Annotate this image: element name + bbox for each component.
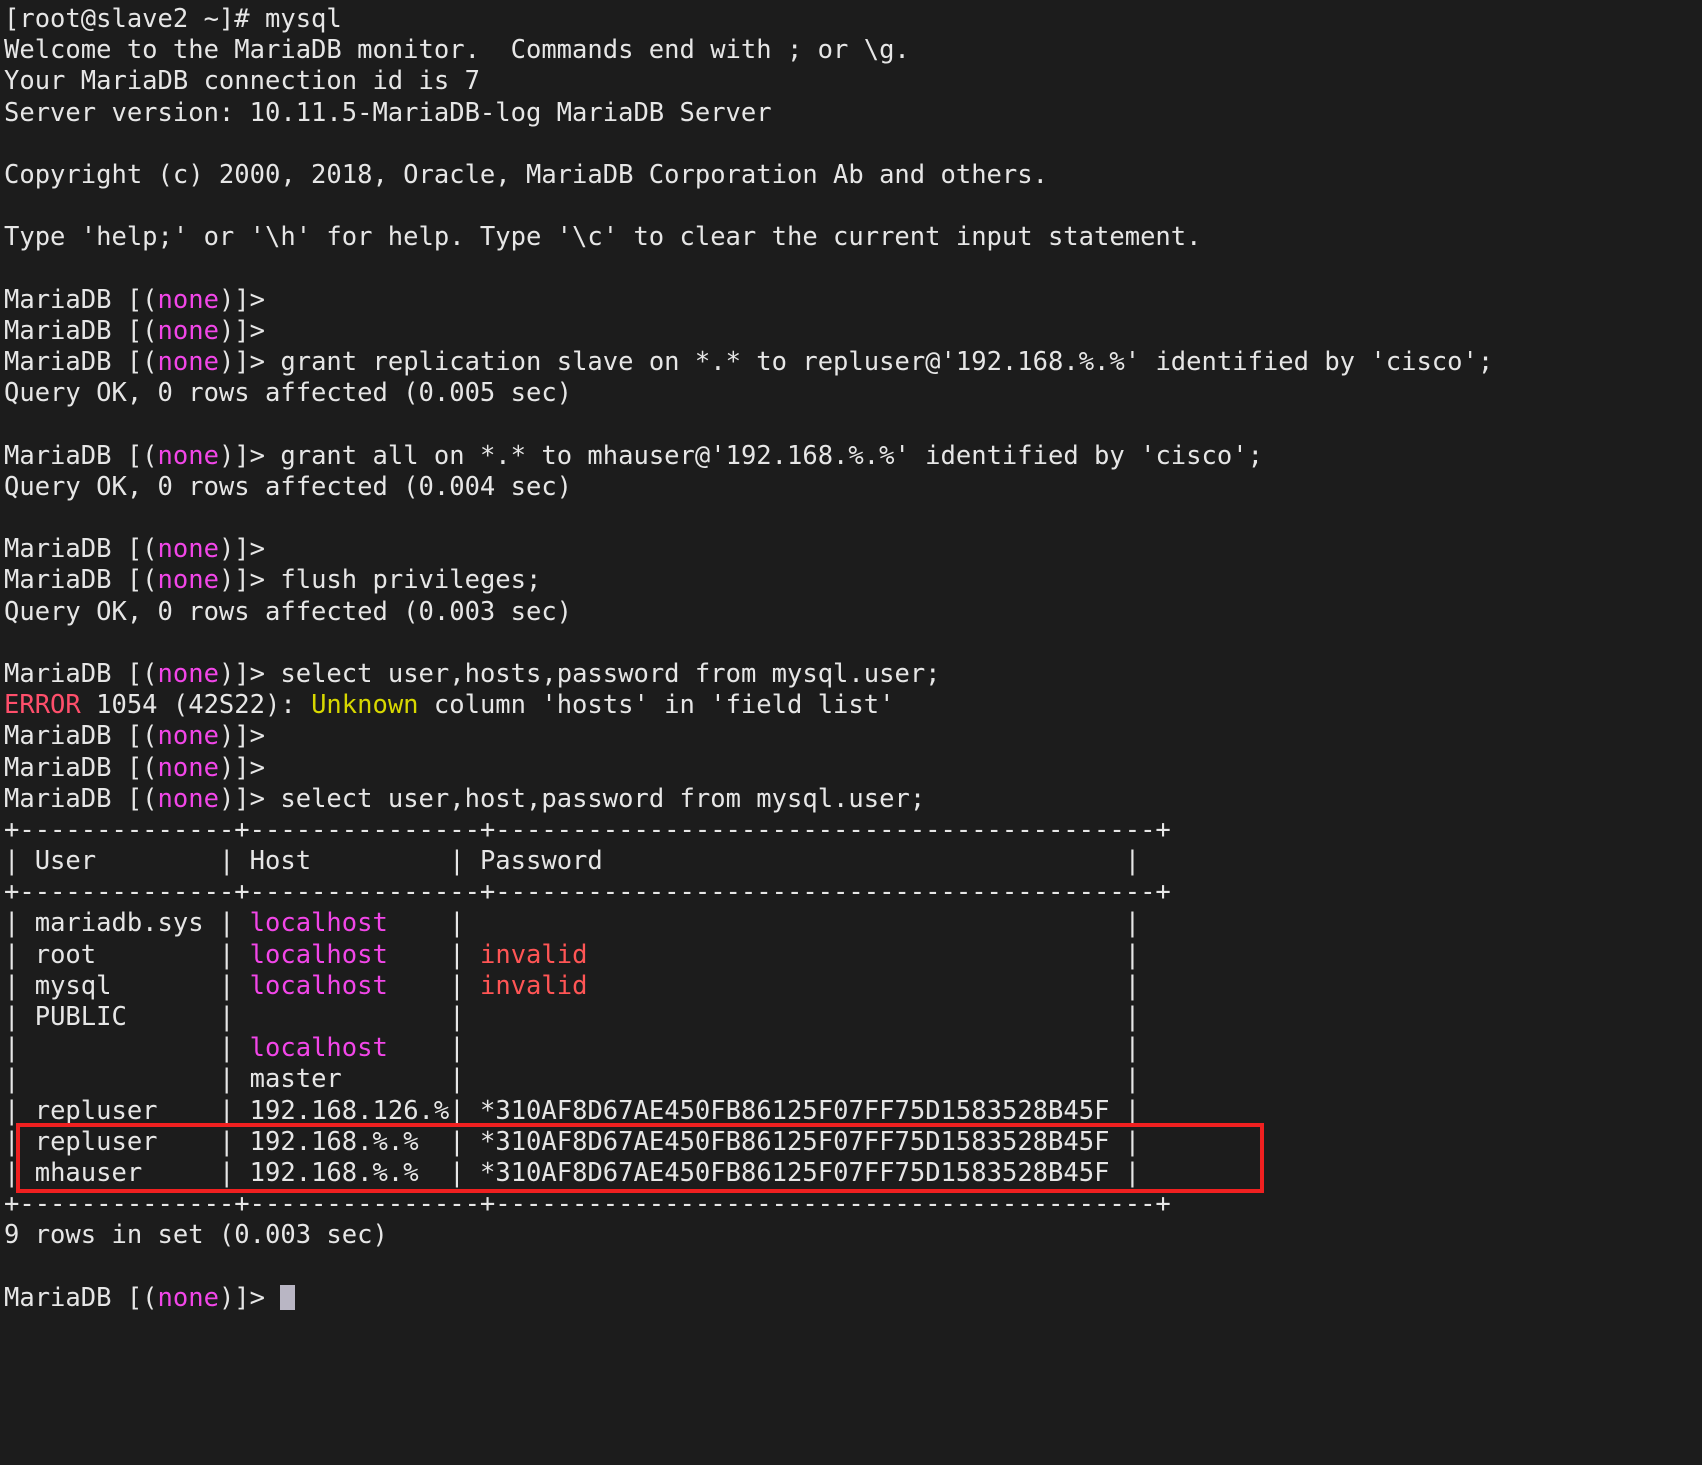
result-rows-in-set: 9 rows in set (0.003 sec) [4,1220,1702,1251]
prompt-db: none [158,753,219,783]
shell-command: mysql [265,4,342,34]
prompt-prefix: MariaDB [( [4,316,158,346]
banner-line-connection-id: Your MariaDB connection id is 7 [4,66,1702,97]
table-row: | mhauser | 192.168.%.% | *310AF8D67AE45… [4,1158,1702,1189]
prompt-db: none [158,721,219,751]
command-grant-all: grant all on *.* to mhauser@'192.168.%.%… [280,441,1263,471]
result-query-ok-003: Query OK, 0 rows affected (0.003 sec) [4,597,1702,628]
prompt-db: none [158,316,219,346]
banner-line-copyright: Copyright (c) 2000, 2018, Oracle, MariaD… [4,160,1702,191]
table-row: | mariadb.sys | localhost | | [4,908,1702,939]
command-select-bad: select user,hosts,password from mysql.us… [280,659,940,689]
prompt-prefix: MariaDB [( [4,565,158,595]
prompt-line-active[interactable]: MariaDB [(none)]> [4,1283,1702,1314]
prompt-prefix: MariaDB [( [4,347,158,377]
table-header-row: | User | Host | Password | [4,846,1702,877]
prompt-line-empty-1: MariaDB [(none)]> [4,285,1702,316]
prompt-line-grant-all: MariaDB [(none)]> grant all on *.* to mh… [4,441,1702,472]
blank-line [4,1252,1702,1283]
blank-line [4,503,1702,534]
prompt-suffix: )]> [219,784,280,814]
prompt-prefix: MariaDB [( [4,659,158,689]
text-cursor [280,1285,295,1310]
prompt-line-empty-5: MariaDB [(none)]> [4,753,1702,784]
prompt-prefix: MariaDB [( [4,285,158,315]
prompt-suffix: )]> [219,721,280,751]
prompt-db: none [158,347,219,377]
prompt-line-select-bad: MariaDB [(none)]> select user,hosts,pass… [4,659,1702,690]
prompt-prefix: MariaDB [( [4,784,158,814]
shell-prompt-line: [root@slave2 ~]# mysql [4,4,1702,35]
result-query-ok-004: Query OK, 0 rows affected (0.004 sec) [4,472,1702,503]
blank-line [4,191,1702,222]
prompt-prefix: MariaDB [( [4,534,158,564]
banner-line-help: Type 'help;' or '\h' for help. Type '\c'… [4,222,1702,253]
prompt-line-flush-privileges: MariaDB [(none)]> flush privileges; [4,565,1702,596]
table-row: | repluser | 192.168.126.%| *310AF8D67AE… [4,1096,1702,1127]
prompt-suffix: )]> [219,316,280,346]
blank-line [4,409,1702,440]
prompt-suffix: )]> [219,285,280,315]
prompt-prefix: MariaDB [( [4,721,158,751]
prompt-suffix: )]> [219,659,280,689]
table-rule-bottom: +--------------+---------------+--------… [4,1189,1702,1220]
command-select-good: select user,host,password from mysql.use… [280,784,925,814]
prompt-line-empty-2: MariaDB [(none)]> [4,316,1702,347]
table-row: | repluser | 192.168.%.% | *310AF8D67AE4… [4,1127,1702,1158]
blank-line [4,628,1702,659]
prompt-db: none [158,1283,219,1313]
prompt-db: none [158,659,219,689]
prompt-db: none [158,285,219,315]
table-row: | root | localhost | invalid | [4,940,1702,971]
table-row: | | localhost | | [4,1033,1702,1064]
prompt-db: none [158,441,219,471]
table-rule-header: +--------------+---------------+--------… [4,877,1702,908]
table-row: | PUBLIC | | | [4,1002,1702,1033]
prompt-suffix: )]> [219,534,280,564]
error-code: 1054 (42S22): [81,690,311,720]
prompt-line-select-good: MariaDB [(none)]> select user,host,passw… [4,784,1702,815]
prompt-suffix: )]> [219,441,280,471]
prompt-prefix: MariaDB [( [4,753,158,783]
error-keyword: Unknown [311,690,418,720]
prompt-suffix: )]> [219,1283,280,1313]
result-table: +--------------+---------------+--------… [4,815,1702,1220]
table-row: | mysql | localhost | invalid | [4,971,1702,1002]
blank-line [4,129,1702,160]
prompt-line-empty-3: MariaDB [(none)]> [4,534,1702,565]
result-query-ok-005: Query OK, 0 rows affected (0.005 sec) [4,378,1702,409]
prompt-suffix: )]> [219,347,280,377]
error-label: ERROR [4,690,81,720]
command-flush-privileges: flush privileges; [280,565,541,595]
error-line: ERROR 1054 (42S22): Unknown column 'host… [4,690,1702,721]
prompt-line-grant-replication: MariaDB [(none)]> grant replication slav… [4,347,1702,378]
table-rule-top: +--------------+---------------+--------… [4,815,1702,846]
prompt-db: none [158,534,219,564]
prompt-db: none [158,784,219,814]
prompt-db: none [158,565,219,595]
prompt-line-empty-4: MariaDB [(none)]> [4,721,1702,752]
error-rest: column 'hosts' in 'field list' [419,690,895,720]
terminal-screen[interactable]: [root@slave2 ~]# mysql Welcome to the Ma… [0,0,1702,1465]
blank-line [4,254,1702,285]
prompt-prefix: MariaDB [( [4,1283,158,1313]
command-grant-replication: grant replication slave on *.* to replus… [280,347,1493,377]
prompt-suffix: )]> [219,753,280,783]
banner-line-welcome: Welcome to the MariaDB monitor. Commands… [4,35,1702,66]
shell-prompt: [root@slave2 ~]# [4,4,265,34]
prompt-prefix: MariaDB [( [4,441,158,471]
prompt-suffix: )]> [219,565,280,595]
table-row: | | master | | [4,1064,1702,1095]
banner-line-server-version: Server version: 10.11.5-MariaDB-log Mari… [4,98,1702,129]
